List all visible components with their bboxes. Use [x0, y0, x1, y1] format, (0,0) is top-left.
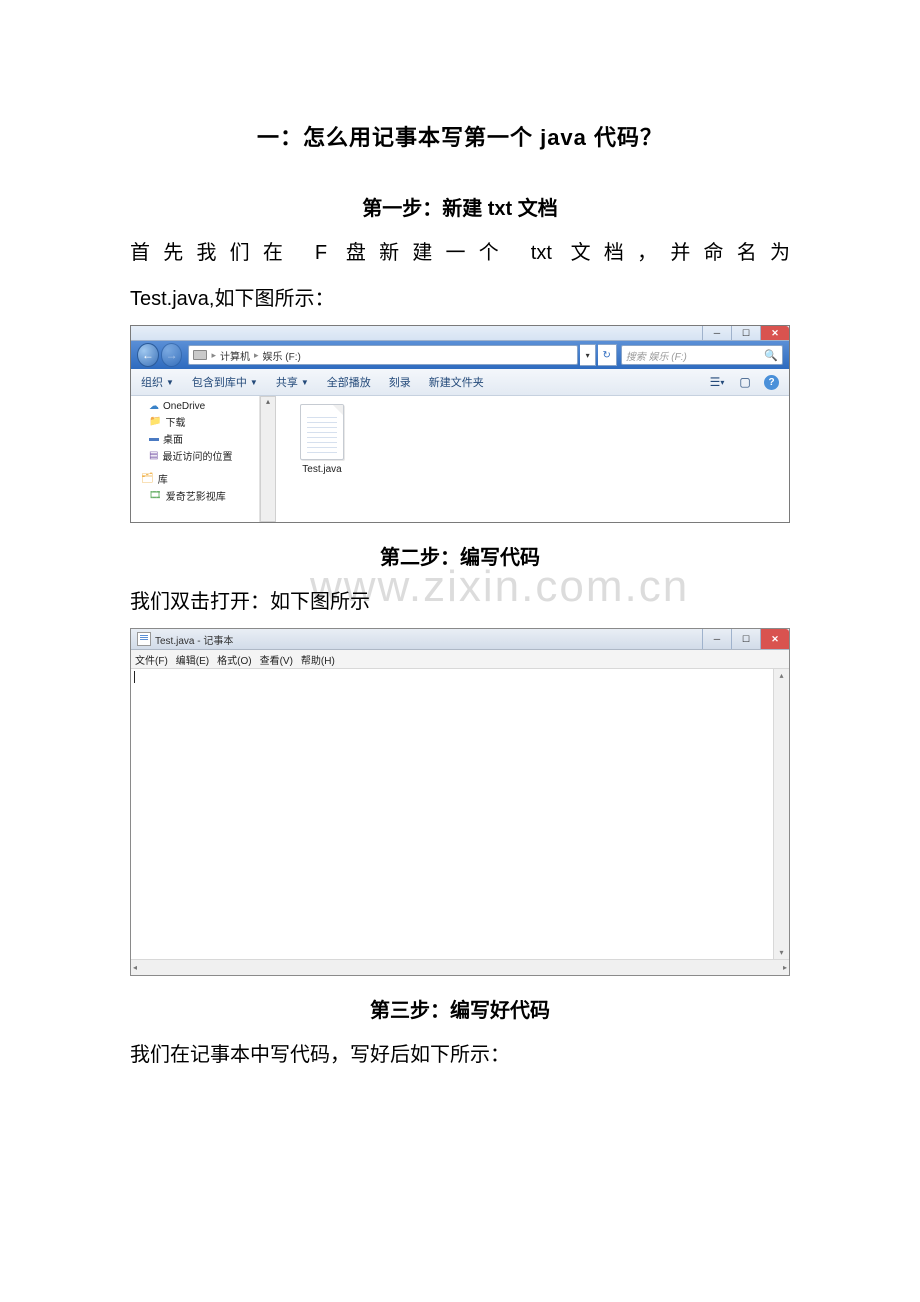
- menu-edit[interactable]: 编辑(E): [176, 652, 209, 667]
- file-name: Test.java: [286, 464, 358, 475]
- file-tile-testjava[interactable]: Test.java: [286, 404, 358, 475]
- search-placeholder: 搜索 娱乐 (F:): [626, 348, 687, 363]
- explorer-titlebar: ─ ☐ ✕: [131, 326, 789, 341]
- explorer-toolbar: 组织▼ 包含到库中▼ 共享▼ 全部播放 刻录 新建文件夹 ☰▾ ▢ ?: [131, 369, 789, 396]
- menu-help[interactable]: 帮助(H): [301, 652, 335, 667]
- preview-pane-icon[interactable]: ▢: [736, 374, 754, 390]
- vertical-scrollbar[interactable]: ▴ ▾: [773, 669, 789, 959]
- recent-icon: ▤: [149, 450, 158, 461]
- minimize-button[interactable]: ─: [702, 326, 731, 340]
- menu-file[interactable]: 文件(F): [135, 652, 168, 667]
- explorer-content: Test.java: [276, 396, 789, 522]
- chevron-right-icon: ▸: [254, 350, 259, 361]
- step3-heading: 第三步：编写好代码: [130, 994, 790, 1023]
- scroll-right-icon: ▸: [783, 963, 787, 972]
- sidebar-item-iqiyi[interactable]: 🎞爱奇艺影视库: [131, 487, 259, 504]
- step1-text-line1: 首先我们在 F 盘新建一个 txt 文档，并命名为: [130, 233, 790, 273]
- breadcrumb-dropdown[interactable]: ▾: [580, 344, 595, 366]
- breadcrumb[interactable]: ▸ 计算机 ▸ 娱乐 (F:): [188, 345, 578, 365]
- sidebar-item-downloads[interactable]: 📁下载: [131, 413, 259, 430]
- explorer-body: ☁OneDrive 📁下载 ▬桌面 ▤最近访问的位置 🗂库 🎞爱奇艺影视库 ▴ …: [131, 396, 789, 522]
- notepad-app-icon: [137, 632, 151, 646]
- scroll-up-icon: ▴: [779, 671, 783, 680]
- breadcrumb-item-drive[interactable]: 娱乐 (F:): [263, 348, 301, 363]
- minimize-button[interactable]: ─: [702, 629, 731, 649]
- video-library-icon: 🎞: [149, 490, 162, 501]
- toolbar-new-folder[interactable]: 新建文件夹: [429, 374, 484, 390]
- menu-view[interactable]: 查看(V): [260, 652, 293, 667]
- refresh-button[interactable]: ↻: [598, 344, 617, 366]
- close-button[interactable]: ✕: [760, 629, 789, 649]
- explorer-window: ─ ☐ ✕ ← → ▸ 计算机 ▸ 娱乐 (F:) ▾ ↻ 搜索 娱乐 (F:)…: [130, 325, 790, 523]
- notepad-window: Test.java - 记事本 ─ ☐ ✕ 文件(F) 编辑(E) 格式(O) …: [130, 628, 790, 976]
- sidebar-item-recent[interactable]: ▤最近访问的位置: [131, 447, 259, 464]
- explorer-sidebar: ☁OneDrive 📁下载 ▬桌面 ▤最近访问的位置 🗂库 🎞爱奇艺影视库: [131, 396, 260, 522]
- text-cursor-icon: [134, 671, 135, 683]
- chevron-right-icon: ▸: [211, 350, 216, 361]
- sidebar-item-libraries[interactable]: 🗂库: [131, 470, 259, 487]
- notepad-titlebar: Test.java - 记事本 ─ ☐ ✕: [131, 629, 789, 650]
- toolbar-play-all[interactable]: 全部播放: [327, 374, 371, 390]
- scroll-left-icon: ◂: [133, 963, 137, 972]
- desktop-icon: ▬: [149, 433, 159, 444]
- document-page: 一：怎么用记事本写第一个 java 代码？ 第一步：新建 txt 文档 首先我们…: [0, 0, 920, 1161]
- scroll-down-icon: ▾: [779, 948, 783, 957]
- folder-icon: 📁: [149, 416, 161, 427]
- toolbar-share[interactable]: 共享▼: [276, 374, 309, 390]
- breadcrumb-item-computer[interactable]: 计算机: [220, 348, 250, 363]
- sidebar-scrollbar[interactable]: ▴: [260, 396, 276, 522]
- notepad-title: Test.java - 记事本: [155, 632, 233, 647]
- notepad-menubar: 文件(F) 编辑(E) 格式(O) 查看(V) 帮助(H): [131, 650, 789, 669]
- back-button[interactable]: ←: [137, 343, 159, 367]
- text-file-icon: [300, 404, 344, 460]
- step3-text: 我们在记事本中写代码，写好后如下所示：: [130, 1035, 790, 1075]
- step1-text-line2: Test.java,如下图所示：: [130, 279, 790, 319]
- sidebar-item-onedrive[interactable]: ☁OneDrive: [131, 400, 259, 413]
- notepad-textarea[interactable]: [131, 669, 773, 959]
- drive-icon: [193, 350, 207, 360]
- help-icon[interactable]: ?: [764, 375, 779, 390]
- close-button[interactable]: ✕: [760, 326, 789, 340]
- explorer-navbar: ← → ▸ 计算机 ▸ 娱乐 (F:) ▾ ↻ 搜索 娱乐 (F:) 🔍: [131, 341, 789, 369]
- step2-text: 我们双击打开：如下图所示: [130, 582, 790, 622]
- library-icon: 🗂: [141, 473, 154, 484]
- toolbar-organize[interactable]: 组织▼: [141, 374, 174, 390]
- toolbar-include[interactable]: 包含到库中▼: [192, 374, 258, 390]
- forward-button[interactable]: →: [161, 343, 183, 367]
- menu-format[interactable]: 格式(O): [217, 652, 251, 667]
- notepad-body: ▴ ▾: [131, 669, 789, 959]
- main-title: 一：怎么用记事本写第一个 java 代码？: [130, 120, 790, 152]
- horizontal-scrollbar[interactable]: ◂ ▸: [131, 959, 789, 975]
- maximize-button[interactable]: ☐: [731, 629, 760, 649]
- step1-heading: 第一步：新建 txt 文档: [130, 192, 790, 221]
- window-buttons: ─ ☐ ✕: [702, 326, 789, 340]
- toolbar-burn[interactable]: 刻录: [389, 374, 411, 390]
- search-icon: 🔍: [764, 349, 778, 362]
- view-options-icon[interactable]: ☰▾: [708, 374, 726, 390]
- search-input[interactable]: 搜索 娱乐 (F:) 🔍: [621, 345, 783, 365]
- cloud-icon: ☁: [149, 401, 159, 412]
- maximize-button[interactable]: ☐: [731, 326, 760, 340]
- sidebar-item-desktop[interactable]: ▬桌面: [131, 430, 259, 447]
